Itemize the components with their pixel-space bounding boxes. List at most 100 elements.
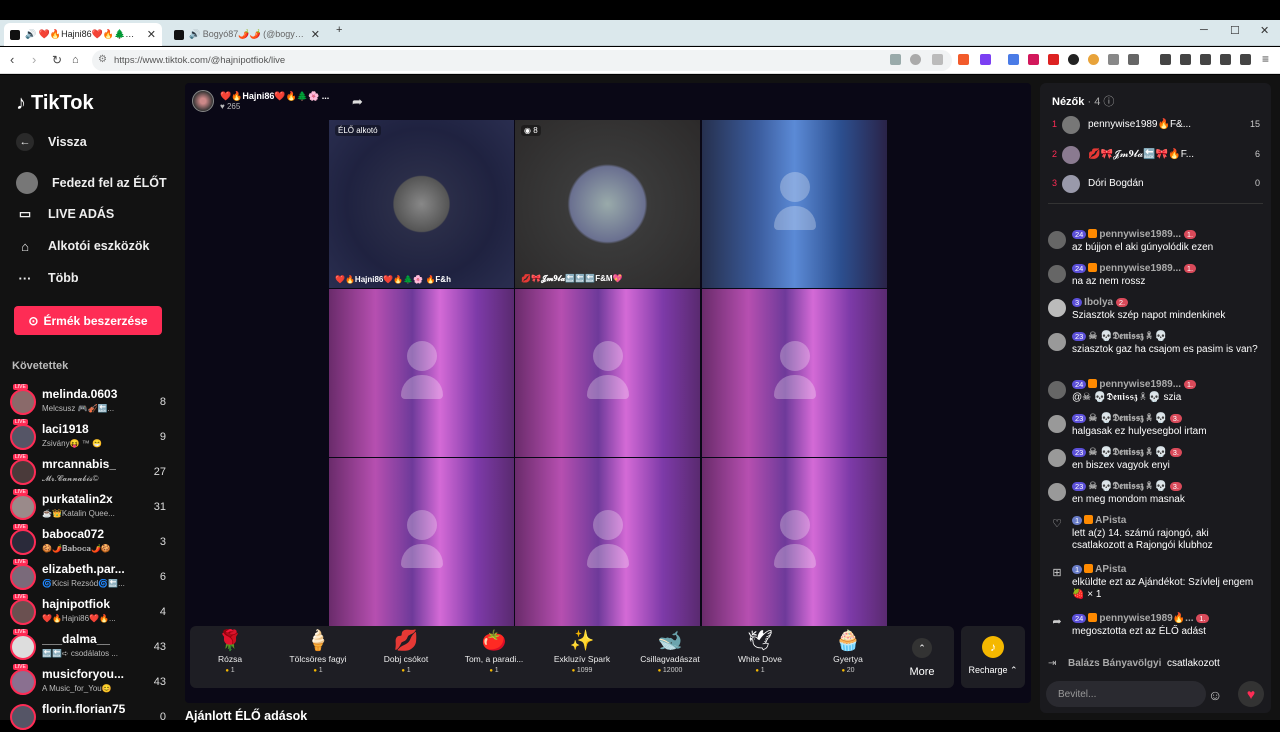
gift-item[interactable]: 🍅 Tom, a paradi... 1	[454, 628, 534, 686]
nav-live[interactable]: ▭ LIVE ADÁS	[16, 205, 114, 223]
brave-shield-icon[interactable]	[958, 54, 969, 65]
leo-icon[interactable]	[1220, 54, 1231, 65]
live-badge: LIVE	[13, 384, 28, 390]
following-item[interactable]: LIVE melinda.0603 Melcsusz 🎮🎻🔙... 8	[10, 384, 170, 417]
following-item[interactable]: florin.florian75 0	[10, 702, 170, 732]
extension-icon[interactable]	[1028, 54, 1039, 65]
fan-badge: 24	[1072, 380, 1087, 389]
gift-item[interactable]: ✨ Exkluzív Spark 1099	[542, 628, 622, 686]
empty-seat[interactable]	[329, 458, 514, 626]
forward-arrow-icon[interactable]: ›	[32, 53, 36, 67]
viewers-header[interactable]: Nézők · 4 ⓘ	[1052, 93, 1114, 109]
following-item[interactable]: LIVE hajnipotfiok ❤️🔥Hajni86❤️🔥... 4	[10, 594, 170, 627]
viewer-row[interactable]: 3 Dóri Bogdán 0	[1048, 174, 1264, 194]
live-badge: LIVE	[13, 419, 28, 425]
maximize-button[interactable]: ☐	[1230, 24, 1240, 37]
gift-item[interactable]: 💋 Dobj csókot 1	[366, 628, 446, 686]
nav-explore-live[interactable]: Fedezd fel az ÉLŐT	[16, 172, 167, 194]
joined-user[interactable]: Balázs Bányavölgyi	[1068, 658, 1161, 669]
info-icon[interactable]: ⓘ	[1103, 96, 1114, 108]
bookmark-icon[interactable]: ⌂	[72, 53, 79, 67]
chat-user[interactable]: APista	[1095, 564, 1126, 575]
following-item[interactable]: LIVE laci1918 Zsivány😝 ™ 😁 9	[10, 419, 170, 452]
more-gifts-button[interactable]: ⌃ More	[906, 638, 938, 678]
viewer-row[interactable]: 1 pennywise1989🔥F&... 15	[1048, 115, 1264, 135]
share-icon[interactable]: ➦	[352, 94, 363, 110]
chat-user[interactable]: ☠ 💀𝕯𝖊𝖓𝖎𝖘𝖘𝖟 ☠ 💀	[1088, 481, 1167, 492]
join-notice: ⇥ Balázs Bányavölgyi csatlakozott	[1048, 658, 1220, 669]
empty-seat[interactable]	[702, 120, 887, 288]
menu-icon[interactable]: ≡	[1262, 53, 1273, 65]
following-item[interactable]: LIVE purkatalin2x ☕👑Katalin Quee... 31	[10, 489, 170, 522]
close-tab-icon[interactable]: ✕	[147, 28, 156, 41]
emoji-icon[interactable]: ☺	[1208, 687, 1222, 703]
following-sub: 🌀Kicsi Rezsód🌀🔙...	[42, 579, 125, 588]
like-heart-button[interactable]: ♥	[1238, 681, 1264, 707]
recharge-button[interactable]: ♪ Recharge ⌃	[961, 626, 1025, 688]
site-info-icon[interactable]: ⚙	[98, 54, 107, 65]
extension-icon[interactable]	[1128, 54, 1139, 65]
extension-icon[interactable]	[1088, 54, 1099, 65]
minimize-button[interactable]: ─	[1200, 24, 1208, 36]
empty-seat[interactable]	[515, 458, 700, 626]
following-item[interactable]: LIVE musicforyou... A Music_for_You😊 43	[10, 664, 170, 697]
close-tab-icon[interactable]: ✕	[311, 28, 320, 41]
guest-video-cell[interactable]: ◉ 8 💋🎀𝓙𝓶𝟗𝓵𝓪🔙🔙🔙F&M💖	[515, 120, 700, 288]
share-icon[interactable]	[932, 54, 943, 65]
nav-creator-tools[interactable]: ⌂ Alkotói eszközök	[16, 237, 149, 255]
nav-more[interactable]: ··· Több	[16, 269, 79, 287]
gift-item[interactable]: 🌹 Rózsa 1	[190, 628, 270, 686]
empty-seat[interactable]	[702, 289, 887, 457]
chat-input[interactable]: Bevitel...	[1046, 681, 1206, 707]
avatar	[1048, 415, 1066, 433]
back-arrow-icon[interactable]: ‹	[10, 53, 14, 67]
get-coins-button[interactable]: ⊙ Érmék beszerzése	[14, 306, 162, 335]
following-item[interactable]: LIVE baboca072 🍪🌶️𝐁𝐚𝐛𝐨𝐜𝐚🌶️🍪 3	[10, 524, 170, 557]
chat-user[interactable]: pennywise1989...	[1099, 379, 1181, 390]
following-item[interactable]: LIVE elizabeth.par... 🌀Kicsi Rezsód🌀🔙...…	[10, 559, 170, 592]
host-info[interactable]: ❤️🔥Hajni86❤️🔥🌲🌸 ... ♥ 265	[192, 90, 329, 112]
empty-seat[interactable]	[329, 289, 514, 457]
url-field[interactable]: ⚙ https://www.tiktok.com/@hajnipotfiok/l…	[92, 50, 952, 71]
gift-item[interactable]: 🐋 Csillagvadászat 12000	[630, 628, 710, 686]
viewer-row[interactable]: 2 💋🎀𝓙𝓶𝟗𝓵𝓪🔙🎀🔥F... 6	[1048, 145, 1264, 165]
host-video-cell[interactable]: ÉLŐ alkotó ❤️🔥Hajni86❤️🔥🌲🌸 🔥F&h	[329, 120, 514, 288]
extension-icon[interactable]	[1068, 54, 1079, 65]
tab-bogyo87[interactable]: 🔊 Bogyó87🌶️🌶️ (@bogyo87_) ÉL... ✕	[168, 23, 326, 46]
extension-icon[interactable]	[1008, 54, 1019, 65]
translate-icon[interactable]	[890, 54, 901, 65]
empty-seat[interactable]	[515, 289, 700, 457]
chat-user[interactable]: ☠ 💀𝕯𝖊𝖓𝖎𝖘𝖘𝖟 ☠ 💀	[1088, 331, 1167, 342]
chat-user[interactable]: pennywise1989...	[1099, 263, 1181, 274]
extension-icon[interactable]	[1048, 54, 1059, 65]
viewer-rank: 3	[1052, 178, 1058, 188]
extension-icon[interactable]	[1108, 54, 1119, 65]
wallet-icon[interactable]	[1200, 54, 1211, 65]
chat-user[interactable]: pennywise1989🔥...	[1099, 613, 1193, 624]
nav-back[interactable]: ← Vissza	[16, 133, 87, 151]
tiktok-logo[interactable]: ♪ TikTok	[16, 92, 94, 115]
guest-name: ❤️🔥Hajni86❤️🔥🌲🌸 🔥F&h	[335, 275, 451, 284]
music-icon[interactable]	[1160, 54, 1171, 65]
empty-seat[interactable]	[702, 458, 887, 626]
following-item[interactable]: LIVE mrcannabis_ 𝓜𝓻.𝓒𝓪𝓷𝓷𝓪𝓫𝓲𝓼© 27	[10, 454, 170, 487]
gift-item[interactable]: 🍦 Tölcsöres fagyi 1	[278, 628, 358, 686]
tab-hajni86[interactable]: 🔊 ❤️🔥Hajni86❤️🔥🌲🌸🔥F&... ✕	[4, 23, 162, 46]
new-tab-button[interactable]: +	[336, 24, 342, 36]
gift-item[interactable]: 🕊 White Dove 1	[720, 628, 800, 686]
close-window-button[interactable]: ✕	[1260, 24, 1269, 37]
chat-user[interactable]: ☠ 💀𝕯𝖊𝖓𝖎𝖘𝖘𝖟 ☠ 💀	[1088, 413, 1167, 424]
chat-user[interactable]: Ibolya	[1084, 297, 1113, 308]
zoom-icon[interactable]	[910, 54, 921, 65]
reload-icon[interactable]: ↻	[52, 53, 62, 67]
vpn-icon[interactable]	[1240, 54, 1251, 65]
gift-item[interactable]: 🧁 Gyertya 20	[808, 628, 888, 686]
chat-user[interactable]: APista	[1095, 515, 1126, 526]
host-avatar[interactable]	[192, 90, 214, 112]
chat-user[interactable]: pennywise1989...	[1099, 229, 1181, 240]
chat-user[interactable]: ☠ 💀𝕯𝖊𝖓𝖎𝖘𝖘𝖟 ☠ 💀	[1088, 447, 1167, 458]
avatar	[10, 424, 36, 450]
following-item[interactable]: LIVE ___dalma__ 🔙🔙➪ csodálatos ... 43	[10, 629, 170, 662]
rewards-icon[interactable]	[980, 54, 991, 65]
sidebar-icon[interactable]	[1180, 54, 1191, 65]
